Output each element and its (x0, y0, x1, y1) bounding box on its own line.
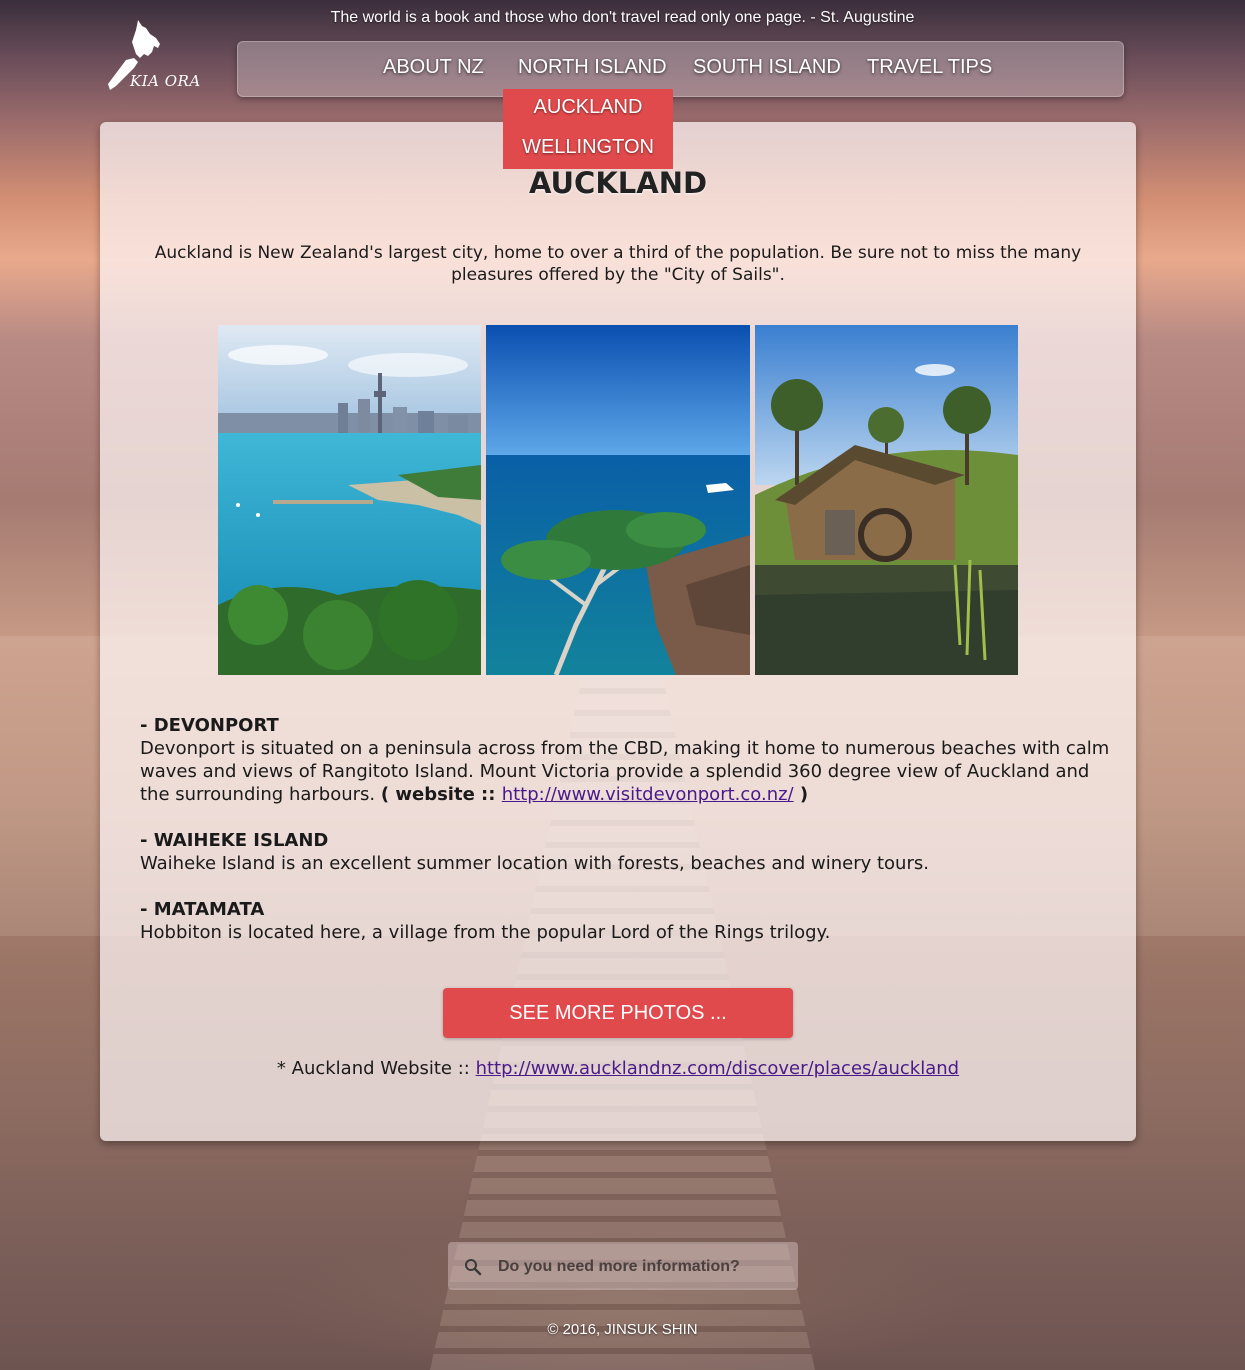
section-matamata: - MATAMATA Hobbiton is located here, a v… (140, 898, 1110, 944)
nav-north-island[interactable]: NORTH ISLAND (518, 56, 667, 79)
section-waiheke: - WAIHEKE ISLAND Waiheke Island is an ex… (140, 829, 1110, 875)
search-icon[interactable] (464, 1258, 482, 1276)
section-text: Hobbiton is located here, a village from… (140, 922, 831, 943)
nav-south-island[interactable]: SOUTH ISLAND (693, 56, 841, 79)
website-label: website (395, 784, 475, 805)
footer-copyright: © 2016, JINSUK SHIN (547, 1321, 698, 1338)
content-panel: AUCKLAND Auckland is New Zealand's large… (100, 122, 1136, 1141)
devonport-website-link[interactable]: http://www.visitdevonport.co.nz/ (502, 784, 794, 805)
search-input[interactable] (496, 1252, 790, 1282)
page-title: AUCKLAND (528, 166, 708, 200)
photo-hobbiton-mill[interactable] (755, 325, 1018, 675)
nav-about-nz[interactable]: ABOUT NZ (383, 56, 484, 79)
nav-travel-tips[interactable]: TRAVEL TIPS (867, 56, 992, 79)
attractions-list: - DEVONPORT Devonport is situated on a p… (140, 714, 1110, 967)
dropdown-item-wellington[interactable]: WELLINGTON (503, 136, 673, 159)
section-title: - DEVONPORT (140, 715, 279, 736)
logo-text: KIA ORA (130, 72, 201, 90)
photo-coastal-tree[interactable] (486, 325, 750, 675)
section-text: Waiheke Island is an excellent summer lo… (140, 853, 929, 874)
auckland-website-link[interactable]: http://www.aucklandnz.com/discover/place… (476, 1058, 960, 1079)
section-title: - MATAMATA (140, 899, 265, 920)
auckland-website-line: * Auckland Website :: http://www.aucklan… (276, 1058, 960, 1079)
section-title: - WAIHEKE ISLAND (140, 830, 329, 851)
dropdown-item-auckland[interactable]: AUCKLAND (503, 96, 673, 119)
info-search-box (448, 1242, 798, 1290)
photo-auckland-skyline[interactable] (218, 325, 481, 675)
photo-gallery (218, 325, 1018, 675)
main-nav: ABOUT NZ NORTH ISLAND SOUTH ISLAND TRAVE… (237, 41, 1124, 97)
see-more-photos-button[interactable]: SEE MORE PHOTOS ... (443, 988, 793, 1038)
intro-text: Auckland is New Zealand's largest city, … (154, 243, 1082, 285)
north-island-dropdown: AUCKLAND WELLINGTON (503, 89, 673, 169)
section-devonport: - DEVONPORT Devonport is situated on a p… (140, 714, 1110, 806)
section-text: Devonport is situated on a peninsula acr… (140, 738, 1110, 805)
